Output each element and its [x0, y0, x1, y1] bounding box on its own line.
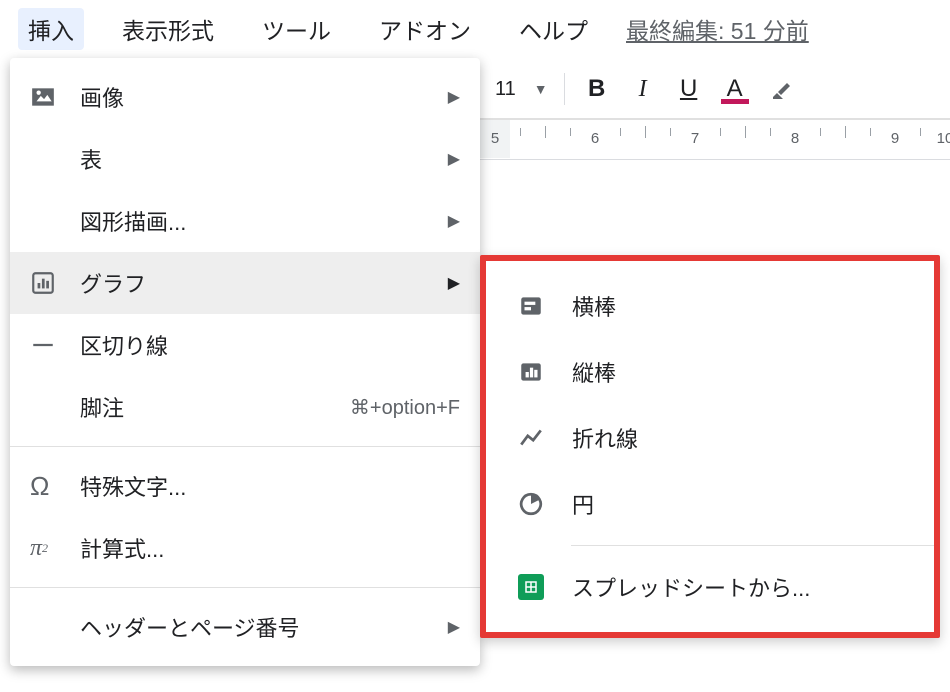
toolbar: 11 ▼ B I U A [475, 60, 950, 120]
insert-header-page-item[interactable]: ヘッダーとページ番号 ▶ [10, 596, 480, 658]
submenu-item-label: 横棒 [572, 290, 616, 322]
dropdown-arrow-icon: ▼ [534, 81, 548, 97]
line-chart-icon [518, 425, 572, 451]
submenu-arrow-icon: ▶ [448, 87, 460, 107]
submenu-item-label: スプレッドシートから... [572, 571, 810, 603]
menu-addons[interactable]: アドオン [369, 8, 481, 50]
insert-footnote-item[interactable]: 脚注 ⌘+option+F [10, 376, 480, 438]
omega-icon: Ω [30, 471, 80, 502]
menu-insert[interactable]: 挿入 [18, 8, 84, 50]
menu-item-label: グラフ [80, 267, 448, 299]
submenu-arrow-icon: ▶ [448, 617, 460, 637]
submenu-item-label: 縦棒 [572, 356, 616, 388]
submenu-arrow-icon: ▶ [448, 273, 460, 293]
menu-item-label: ヘッダーとページ番号 [80, 611, 448, 643]
highlighter-icon [769, 77, 793, 101]
toolbar-divider [564, 73, 565, 105]
chart-submenu: 横棒 縦棒 折れ線 円 スプレッドシートから... [480, 255, 940, 638]
horizontal-line-icon [30, 332, 80, 358]
insert-equation-item[interactable]: π2 計算式... [10, 517, 480, 579]
submenu-arrow-icon: ▶ [448, 149, 460, 169]
bar-vertical-icon [518, 359, 572, 385]
menu-bar: 挿入 表示形式 ツール アドオン ヘルプ 最終編集: 51 分前 [0, 0, 950, 58]
insert-chart-item[interactable]: グラフ ▶ [10, 252, 480, 314]
menu-divider [10, 587, 480, 588]
menu-format[interactable]: 表示形式 [112, 8, 224, 50]
insert-hr-item[interactable]: 区切り線 [10, 314, 480, 376]
menu-item-label: 区切り線 [80, 329, 460, 361]
menu-item-label: 特殊文字... [80, 470, 460, 502]
insert-image-item[interactable]: 画像 ▶ [10, 66, 480, 128]
ruler: 5 6 7 8 9 10 [455, 120, 950, 160]
ruler-number: 9 [891, 130, 899, 147]
chart-bar-vertical-item[interactable]: 縦棒 [486, 339, 934, 405]
chart-from-sheets-item[interactable]: スプレッドシートから... [486, 554, 934, 620]
insert-dropdown: 画像 ▶ 表 ▶ 図形描画... ▶ グラフ ▶ 区切り線 脚注 ⌘+optio… [10, 58, 480, 666]
menu-item-label: 表 [80, 143, 448, 175]
highlight-button[interactable] [761, 69, 801, 109]
menu-divider [10, 446, 480, 447]
submenu-item-label: 折れ線 [572, 422, 638, 454]
ruler-number: 6 [591, 130, 599, 147]
insert-special-chars-item[interactable]: Ω 特殊文字... [10, 455, 480, 517]
submenu-divider [571, 545, 934, 546]
menu-tools[interactable]: ツール [252, 8, 341, 50]
pi-icon: π2 [30, 535, 80, 562]
bar-horizontal-icon [518, 293, 572, 319]
chart-line-item[interactable]: 折れ線 [486, 405, 934, 471]
italic-button[interactable]: I [623, 69, 663, 109]
insert-table-item[interactable]: 表 ▶ [10, 128, 480, 190]
menu-item-label: 画像 [80, 81, 448, 113]
insert-drawing-item[interactable]: 図形描画... ▶ [10, 190, 480, 252]
ruler-number: 8 [791, 130, 799, 147]
chart-icon [30, 270, 80, 296]
text-color-button[interactable]: A [715, 69, 755, 109]
submenu-item-label: 円 [572, 488, 594, 520]
menu-item-label: 図形描画... [80, 205, 448, 237]
ruler-number: 10 [937, 130, 950, 147]
ruler-number: 7 [691, 130, 699, 147]
sheets-icon [518, 574, 572, 600]
font-size-selector[interactable]: 11 ▼ [491, 78, 552, 101]
chart-pie-item[interactable]: 円 [486, 471, 934, 537]
menu-help[interactable]: ヘルプ [509, 8, 598, 50]
underline-button[interactable]: U [669, 69, 709, 109]
font-size-value: 11 [495, 78, 516, 101]
submenu-arrow-icon: ▶ [448, 211, 460, 231]
bold-button[interactable]: B [577, 69, 617, 109]
text-color-swatch [721, 99, 749, 104]
menu-item-label: 計算式... [80, 532, 460, 564]
pie-chart-icon [518, 491, 572, 517]
ruler-number: 5 [491, 130, 499, 147]
menu-item-label: 脚注 [80, 391, 350, 423]
shortcut-label: ⌘+option+F [350, 395, 460, 420]
chart-bar-horizontal-item[interactable]: 横棒 [486, 273, 934, 339]
image-icon [30, 84, 80, 110]
last-edit-link[interactable]: 最終編集: 51 分前 [626, 12, 809, 46]
